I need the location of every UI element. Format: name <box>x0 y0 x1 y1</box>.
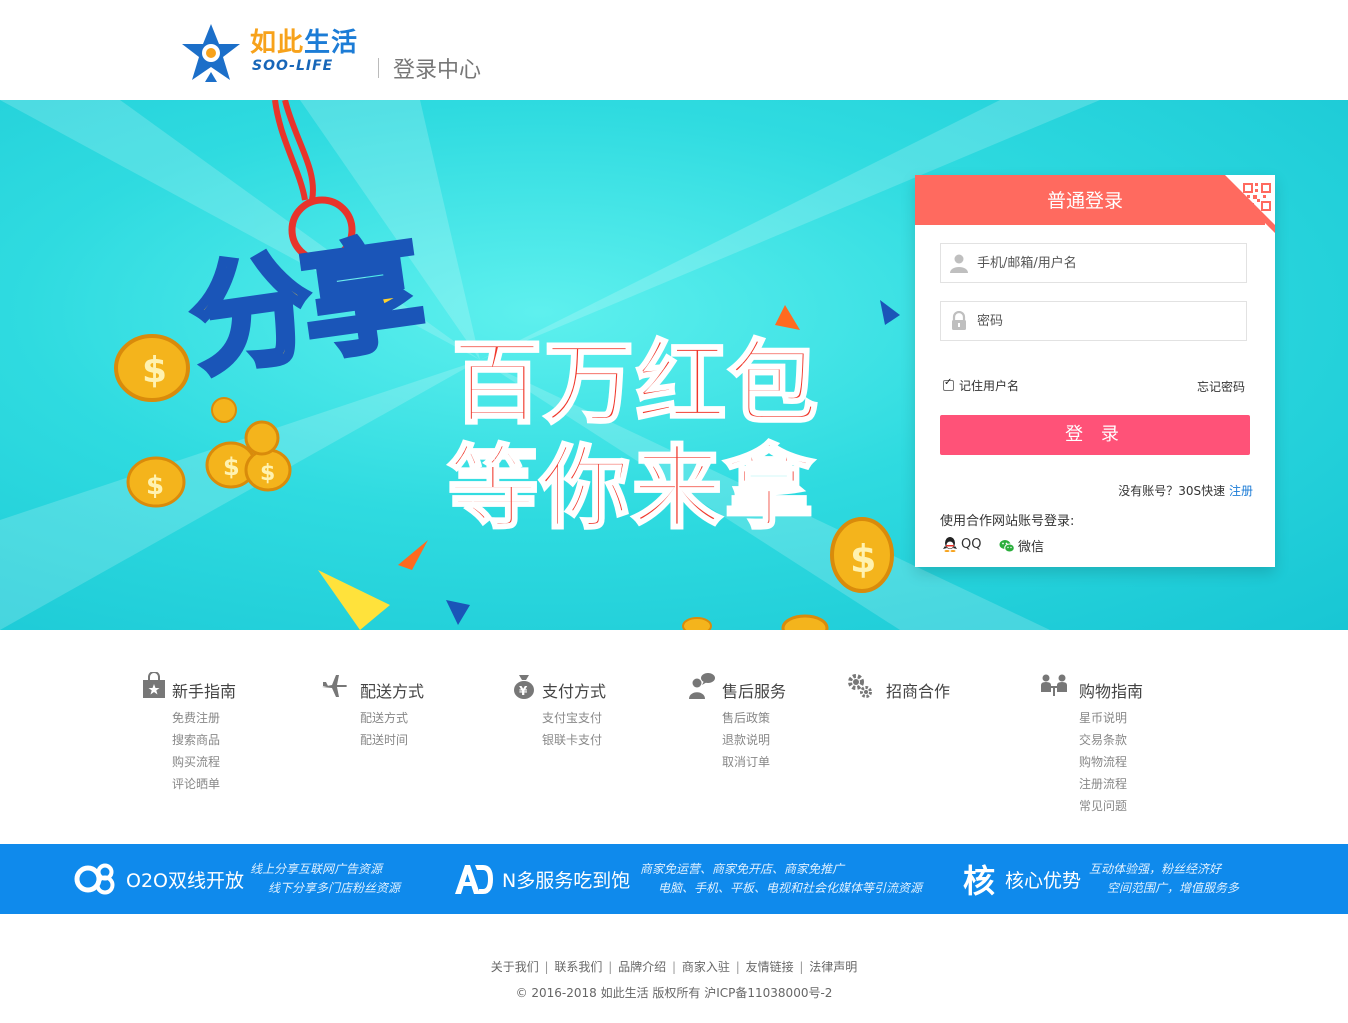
footer-link-contact[interactable]: 联系我们 <box>554 960 602 974</box>
guide-link[interactable]: 购买流程 <box>172 751 220 773</box>
guide-title: 购物指南 <box>1079 682 1144 701</box>
footer-link-friends[interactable]: 友情链接 <box>746 960 794 974</box>
guide-title: 售后服务 <box>722 682 787 701</box>
login-panel: 普通登录 记住用户名 忘记密码 登 录 <box>915 175 1275 567</box>
feature-title: N多服务吃到饱 <box>502 870 631 892</box>
logo-divider <box>378 58 379 78</box>
feature-desc-line: 线上分享互联网广告资源 <box>250 862 383 876</box>
login-button[interactable]: 登 录 <box>940 415 1250 455</box>
svg-text:$: $ <box>260 461 275 486</box>
guide-link[interactable]: 售后政策 <box>722 707 770 729</box>
core-icon: 核 <box>963 862 996 900</box>
wechat-label: 微信 <box>1018 540 1045 555</box>
remember-checkbox[interactable] <box>943 377 954 391</box>
partner-login-label: 使用合作网站账号登录: <box>940 514 1075 529</box>
page-title: 登录中心 <box>393 58 482 83</box>
footer-links: 关于我们 | 联系我们 | 品牌介绍 | 商家入驻 | 友情链接 | 法律声明 <box>0 958 1348 975</box>
tab-normal-login[interactable]: 普通登录 <box>915 175 1265 225</box>
wechat-icon <box>999 539 1015 552</box>
lock-icon <box>952 311 966 330</box>
feature-title: O2O双线开放 <box>126 870 244 892</box>
footer-link-brand[interactable]: 品牌介绍 <box>618 960 666 974</box>
qr-code-login-icon[interactable] <box>1217 175 1275 233</box>
svg-text:$: $ <box>223 453 240 481</box>
register-link[interactable]: 注册 <box>1229 484 1253 498</box>
guide-link[interactable]: 交易条款 <box>1079 729 1127 751</box>
logo-star-icon <box>182 24 240 82</box>
wechat-login-button[interactable]: 微信 <box>999 536 1044 555</box>
logo-cn-part2: 生活 <box>304 28 359 58</box>
guide-title: 配送方式 <box>360 682 425 701</box>
feature-desc-line: 商家免运营、商家免开店、商家免推广 <box>640 862 845 876</box>
guide-link[interactable]: 配送方式 <box>360 707 408 729</box>
guide-link[interactable]: 评论晒单 <box>172 773 220 795</box>
svg-text:$: $ <box>146 471 164 501</box>
guide-link[interactable]: 银联卡支付 <box>542 729 602 751</box>
guide-link[interactable]: 退款说明 <box>722 729 770 751</box>
footer-separator: | <box>735 960 740 974</box>
feature-title: 核心优势 <box>1005 870 1082 892</box>
footer-separator: | <box>544 960 549 974</box>
guide-link[interactable]: 购物流程 <box>1079 751 1127 773</box>
logo-cn-part1: 如此 <box>250 28 305 58</box>
guide-link[interactable]: 常见问题 <box>1079 795 1127 817</box>
no-account-text: 没有账号？30S快速 <box>1118 484 1226 498</box>
money-bag-icon: ¥ <box>514 675 534 699</box>
o2o-icon <box>74 863 115 895</box>
copyright: © 2016-2018 如此生活 版权所有 沪ICP备11038000号-2 <box>515 986 833 1000</box>
password-input[interactable] <box>977 302 1237 340</box>
footer-separator: | <box>799 960 804 974</box>
password-field <box>940 301 1247 341</box>
shopping-bag-icon <box>143 672 165 698</box>
guide-title: 招商合作 <box>886 682 951 701</box>
username-field <box>940 243 1247 283</box>
people-icon <box>1041 674 1067 696</box>
svg-text:$: $ <box>142 350 167 391</box>
banner-line-2: 等你来拿 <box>447 435 816 543</box>
feature-desc: 商家免运营、商家免开店、商家免推广 电脑、手机、平板、电视和社会化媒体等引流资源 <box>640 860 922 898</box>
header: 如此生活 SOO-LIFE 登录中心 <box>0 0 1348 100</box>
guide-link[interactable]: 配送时间 <box>360 729 408 751</box>
feature-desc-line: 线下分享多门店粉丝资源 <box>268 881 401 895</box>
logo-text: 如此生活 <box>250 22 358 59</box>
qq-icon <box>943 537 957 552</box>
feature-desc-line: 互动体验强，粉丝经济好 <box>1089 862 1222 876</box>
feature-desc: 互动体验强，粉丝经济好 空间范围广，增值服务多 <box>1089 860 1239 898</box>
register-prompt: 没有账号？30S快速 注册 <box>1118 482 1253 499</box>
gears-icon <box>848 674 872 698</box>
svg-text:$: $ <box>850 537 876 581</box>
banner-headline: 分享 <box>180 221 427 396</box>
footer-link-merchant[interactable]: 商家入驻 <box>682 960 730 974</box>
remember-label: 记住用户名 <box>959 379 1020 393</box>
logo-en-text: SOO-LIFE <box>252 58 334 74</box>
guide-link[interactable]: 取消订单 <box>722 751 770 773</box>
footer-link-about[interactable]: 关于我们 <box>491 960 539 974</box>
feature-desc-line: 空间范围广，增值服务多 <box>1107 881 1240 895</box>
ad-icon <box>455 865 493 894</box>
feature-desc: 线上分享互联网广告资源 线下分享多门店粉丝资源 <box>250 860 400 898</box>
user-icon <box>950 254 968 273</box>
qq-label: QQ <box>961 536 982 552</box>
forgot-password-link[interactable]: 忘记密码 <box>1197 378 1245 395</box>
qq-login-button[interactable]: QQ <box>942 536 981 552</box>
guide-link[interactable]: 免费注册 <box>172 707 220 729</box>
svg-text:¥: ¥ <box>519 684 528 698</box>
feature-desc-line: 电脑、手机、平板、电视和社会化媒体等引流资源 <box>658 881 923 895</box>
customer-service-icon <box>689 673 715 699</box>
feature-strip: O2O双线开放 线上分享互联网广告资源 线下分享多门店粉丝资源 N多服务吃到饱 … <box>0 844 1348 914</box>
guide-title: 支付方式 <box>542 682 607 701</box>
airplane-icon <box>322 675 347 697</box>
footer-separator: | <box>671 960 677 974</box>
guide-title: 新手指南 <box>172 682 237 701</box>
remember-username[interactable]: 记住用户名 <box>943 377 1019 394</box>
guide-link[interactable]: 星币说明 <box>1079 707 1127 729</box>
guide-link[interactable]: 搜索商品 <box>172 729 220 751</box>
username-input[interactable] <box>977 244 1237 282</box>
guide-link[interactable]: 注册流程 <box>1079 773 1127 795</box>
help-guide: 新手指南 免费注册 搜索商品 购买流程 评论晒单 配送方式 配送方式 配送时间 … <box>0 630 1348 844</box>
guide-link[interactable]: 支付宝支付 <box>542 707 602 729</box>
footer-separator: | <box>608 960 613 974</box>
footer-link-legal[interactable]: 法律声明 <box>809 960 857 974</box>
